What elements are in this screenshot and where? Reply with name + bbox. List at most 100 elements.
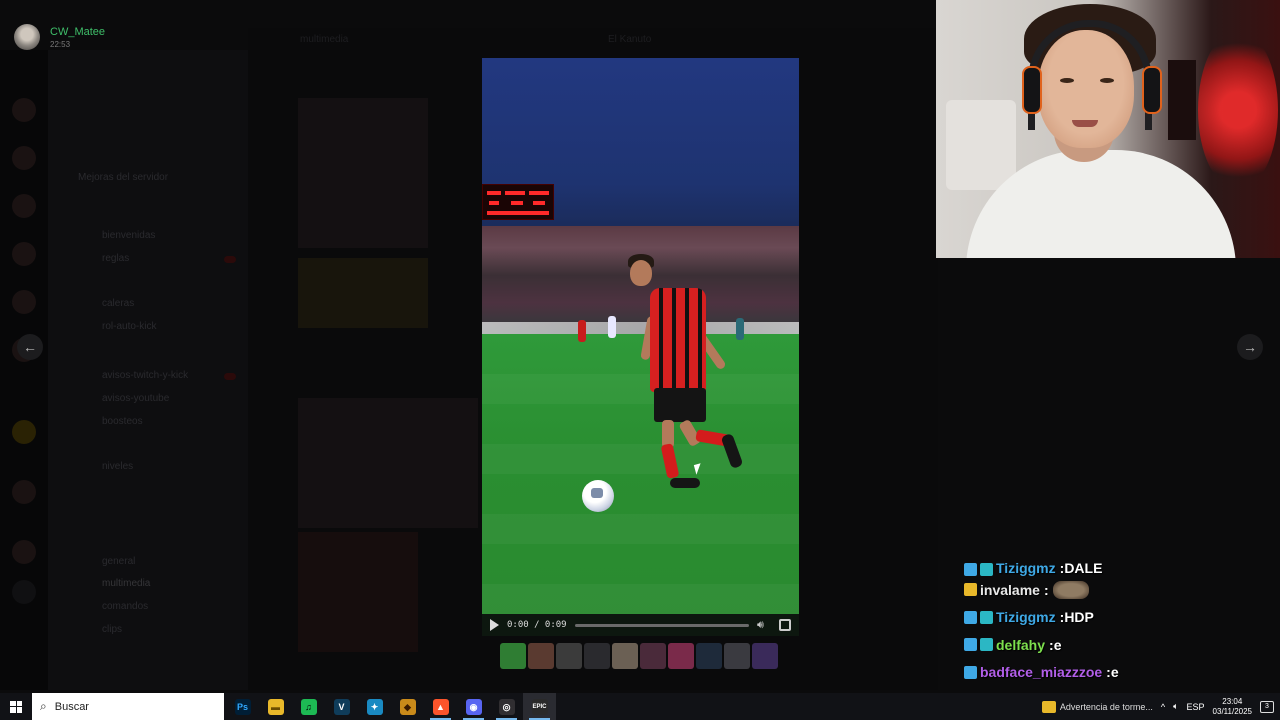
ad-boards [482, 322, 799, 334]
sub-badge-icon [980, 563, 993, 576]
next-media-button[interactable]: → [1237, 334, 1263, 360]
file-explorer-icon: ▬ [267, 698, 284, 715]
volume-icon[interactable]: 🔊︎ [757, 619, 771, 631]
prime-badge-icon [964, 563, 977, 576]
football-pitch [482, 334, 799, 636]
media-thumbnail-strip [500, 643, 778, 669]
chat-username[interactable]: Tiziggmz [996, 560, 1056, 576]
channel-item[interactable]: clips [102, 624, 122, 635]
gold-badge-icon [964, 583, 977, 597]
webcam-red-lights [1198, 30, 1278, 190]
app-blue-icon: ✦ [366, 698, 383, 715]
app-shield-icon: ◆ [399, 698, 416, 715]
taskbar-search[interactable]: ⌕ Buscar [32, 693, 224, 720]
channel-item[interactable]: Mejoras del servidor [78, 172, 168, 183]
taskbar-file-explorer[interactable]: ▬ [259, 693, 292, 720]
background-player [608, 316, 616, 338]
media-thumbnail[interactable] [500, 643, 526, 669]
channel-item[interactable]: general [102, 556, 135, 567]
chevron-up-icon[interactable]: ^ [1161, 702, 1165, 712]
server-icon[interactable] [12, 98, 36, 122]
channel-item-active[interactable]: multimedia [102, 578, 150, 589]
channel-item[interactable]: caleras [102, 298, 134, 309]
clock-time: 23:04 [1222, 696, 1243, 706]
media-thumbnail[interactable] [640, 643, 666, 669]
server-icon[interactable] [12, 420, 36, 444]
streamer-webcam [936, 0, 1280, 258]
notification-count: 3 [1265, 702, 1269, 710]
taskbar-discord[interactable]: ◉ [457, 693, 490, 720]
chat-message: badface_miazzzoe: e [964, 659, 1264, 687]
notifications-icon[interactable]: 3 [1260, 700, 1274, 713]
system-tray: Advertencia de torme... ^ 🔈︎ ESP 23:04 0… [1041, 693, 1280, 720]
media-thumbnail[interactable] [668, 643, 694, 669]
channel-item[interactable]: boosteos [102, 416, 143, 427]
taskbar-obs[interactable]: ◎ [490, 693, 523, 720]
photoshop-icon: Ps [234, 698, 251, 715]
background-player [736, 318, 744, 340]
chat-text: DALE [1064, 560, 1103, 576]
language-indicator[interactable]: ESP [1187, 702, 1205, 712]
video-controls: 0:00 / 0:09 🔊︎ [482, 614, 799, 636]
media-thumbnail[interactable] [724, 643, 750, 669]
tray-notification-app[interactable]: Advertencia de torme... [1041, 700, 1153, 713]
taskbar-app-blue[interactable]: ✦ [358, 693, 391, 720]
search-placeholder: Buscar [54, 700, 89, 713]
server-icon[interactable] [12, 194, 36, 218]
user-timestamp: 22:53 [50, 39, 71, 49]
chat-username[interactable]: badface_miazzzoe [980, 664, 1102, 680]
speaker-icon[interactable]: 🔈︎ [1173, 701, 1178, 712]
channel-item[interactable]: niveles [102, 461, 133, 472]
taskbar-spotify[interactable]: ♫ [292, 693, 325, 720]
media-thumbnail[interactable] [612, 643, 638, 669]
discord-icon: ◉ [465, 698, 482, 715]
stream-chat-overlay: Tiziggmz: DALE invalame: Tiziggmz: HDP del… [964, 560, 1264, 714]
taskbar-epic-games[interactable]: EPIC [523, 693, 556, 720]
clock[interactable]: 23:04 03/11/2025 [1213, 697, 1252, 717]
taskbar-app-shield[interactable]: ◆ [391, 693, 424, 720]
previous-media-button[interactable]: ← [17, 334, 43, 360]
chat-username[interactable]: Tiziggmz [996, 609, 1056, 625]
clock-date: 03/11/2025 [1212, 706, 1252, 716]
media-card[interactable] [298, 398, 478, 528]
chat-text: HDP [1064, 609, 1094, 626]
prime-badge-icon [964, 638, 977, 652]
server-icon[interactable] [12, 242, 36, 266]
chat-username[interactable]: invalame [980, 582, 1040, 598]
channel-item[interactable]: reglas [102, 253, 129, 264]
server-icon[interactable] [12, 146, 36, 170]
add-server-icon[interactable] [12, 580, 36, 604]
start-button[interactable] [0, 693, 32, 720]
tray-app-label: Advertencia de torme... [1059, 701, 1153, 712]
media-thumbnail[interactable] [752, 643, 778, 669]
media-thumbnail[interactable] [556, 643, 582, 669]
media-card[interactable] [298, 258, 428, 328]
channel-item[interactable]: rol-auto-kick [102, 321, 156, 332]
webcam-background-shelf [946, 100, 1016, 190]
channel-item[interactable]: comandos [102, 601, 148, 612]
server-icon[interactable] [12, 290, 36, 314]
server-icon[interactable] [12, 480, 36, 504]
taskbar-brave[interactable]: ▲ [424, 693, 457, 720]
channel-item[interactable]: avisos-twitch-y-kick [102, 370, 188, 381]
server-icon[interactable] [12, 540, 36, 564]
windows-logo-icon [10, 700, 22, 713]
media-thumbnail[interactable] [696, 643, 722, 669]
media-thumbnail[interactable] [528, 643, 554, 669]
stadium-scoreboard [482, 184, 554, 220]
warning-app-icon [1041, 700, 1056, 713]
video-progress-bar[interactable] [574, 623, 749, 627]
media-card[interactable] [298, 532, 418, 652]
video-player[interactable]: 0:00 / 0:09 🔊︎ [482, 58, 799, 636]
taskbar-vegas[interactable]: V [325, 693, 358, 720]
channel-item[interactable]: avisos-youtube [102, 393, 169, 404]
taskbar-photoshop[interactable]: Ps [226, 693, 259, 720]
play-icon[interactable] [490, 619, 499, 631]
chat-username[interactable]: delfahy [996, 637, 1045, 653]
channel-item[interactable]: bienvenidas [102, 230, 155, 241]
video-time: 0:00 / 0:09 [507, 620, 567, 630]
fullscreen-icon[interactable] [779, 619, 791, 631]
media-card[interactable] [298, 98, 428, 248]
media-thumbnail[interactable] [584, 643, 610, 669]
football [582, 480, 614, 512]
